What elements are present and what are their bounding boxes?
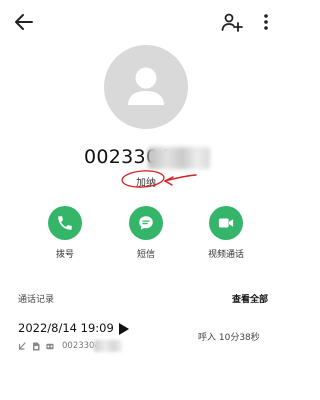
call-label: 拨号 <box>55 250 74 260</box>
add-contact-button[interactable] <box>220 10 244 34</box>
recording-icon <box>46 343 54 350</box>
arrow-left-icon <box>15 14 33 30</box>
call-log-title: 通话记录 <box>18 295 55 305</box>
person-add-icon <box>221 13 243 32</box>
sms-action[interactable]: 短信 <box>116 206 176 262</box>
person-icon <box>128 67 164 105</box>
more-vertical-icon <box>264 14 268 30</box>
message-icon <box>139 216 153 230</box>
incoming-call-arrow-icon <box>18 342 26 350</box>
call-datetime: 2022/8/14 19:09 <box>18 321 114 335</box>
call-duration: 呼入 10分38秒 <box>198 333 260 343</box>
sms-button[interactable] <box>129 206 163 240</box>
call-button[interactable] <box>48 206 82 240</box>
play-recording-button[interactable] <box>118 321 130 335</box>
video-call-button[interactable] <box>209 206 243 240</box>
sms-label: 短信 <box>136 250 155 260</box>
top-app-bar <box>0 0 292 44</box>
red-annotation-circle-arrow <box>121 170 197 188</box>
redacted-number-blur-small <box>94 340 122 352</box>
more-options-button[interactable] <box>256 10 276 34</box>
sim-card-icon <box>33 342 40 351</box>
play-icon <box>119 323 129 335</box>
call-action[interactable]: 拨号 <box>35 206 95 262</box>
call-entry-details: 0023304 <box>18 340 158 354</box>
video-call-label: 视频通话 <box>207 250 244 260</box>
view-all-link[interactable]: 查看全部 <box>232 292 268 305</box>
phone-icon <box>58 216 72 230</box>
contact-avatar <box>104 45 188 129</box>
video-icon <box>218 218 234 228</box>
video-call-action[interactable]: 视频通话 <box>196 206 256 262</box>
back-button[interactable] <box>12 10 36 34</box>
